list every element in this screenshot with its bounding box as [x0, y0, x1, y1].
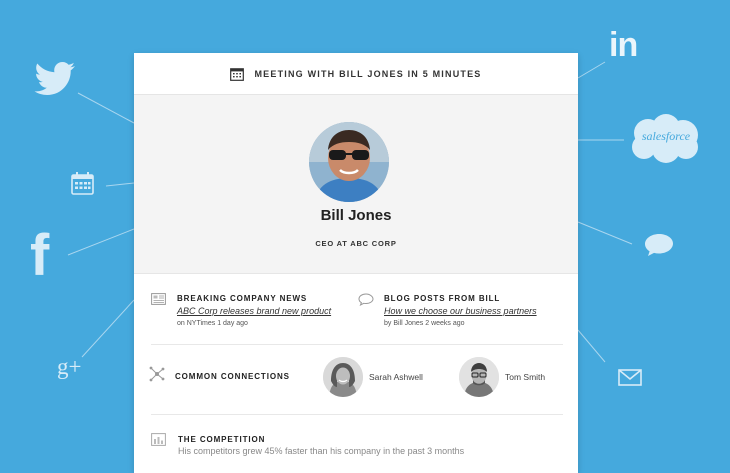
- calendar-icon: [230, 67, 245, 81]
- profile-avatar[interactable]: [309, 122, 389, 202]
- linkedin-icon: in: [609, 26, 638, 64]
- google-plus-icon: g+: [57, 354, 82, 379]
- competition-text: His competitors grew 45% faster than his…: [178, 446, 465, 456]
- calendar-icon: [71, 172, 94, 195]
- network-icon: [149, 366, 165, 382]
- speech-bubble-icon: [358, 293, 374, 306]
- facebook-icon: f: [30, 223, 50, 288]
- connection-photo: [459, 357, 499, 397]
- connection-name: Tom Smith: [505, 372, 546, 382]
- card-header: MEETING WITH BILL JONES IN 5 MINUTES: [134, 53, 578, 95]
- blog-meta: by Bill Jones 2 weeks ago: [384, 320, 465, 327]
- competition-label: THE COMPETITION: [178, 435, 266, 444]
- connections-label: COMMON CONNECTIONS: [175, 372, 290, 381]
- news-meta: on NYTimes 1 day ago: [177, 320, 248, 327]
- card-title: MEETING WITH BILL JONES IN 5 MINUTES: [254, 68, 482, 79]
- salesforce-wordmark: salesforce: [641, 129, 691, 143]
- connection-avatar: [323, 357, 363, 397]
- chart-icon: [151, 433, 166, 446]
- connection-person[interactable]: Tom Smith: [459, 357, 545, 397]
- meeting-card: MEETING WITH BILL JONES IN 5 MINUTES Bil…: [134, 53, 578, 473]
- news-link[interactable]: ABC Corp releases brand new product: [177, 306, 331, 316]
- profile-section: Bill Jones CEO AT ABC CORP: [134, 95, 578, 274]
- chat-bubble-icon: [645, 234, 673, 256]
- section-divider: [151, 414, 563, 415]
- connection-person[interactable]: Sarah Ashwell: [323, 357, 423, 397]
- newspaper-icon: [151, 293, 166, 305]
- connection-avatar: [459, 357, 499, 397]
- profile-photo: [309, 122, 389, 202]
- profile-title: CEO AT ABC CORP: [315, 239, 397, 248]
- section-divider: [151, 344, 563, 345]
- news-label: BREAKING COMPANY NEWS: [177, 294, 308, 303]
- blog-label: BLOG POSTS FROM BILL: [384, 294, 501, 303]
- blog-link[interactable]: How we choose our business partners: [384, 306, 537, 316]
- connection-photo: [323, 357, 363, 397]
- connection-name: Sarah Ashwell: [369, 372, 423, 382]
- twitter-icon: [34, 62, 75, 95]
- mail-icon: [618, 369, 642, 386]
- profile-name: Bill Jones: [320, 207, 392, 224]
